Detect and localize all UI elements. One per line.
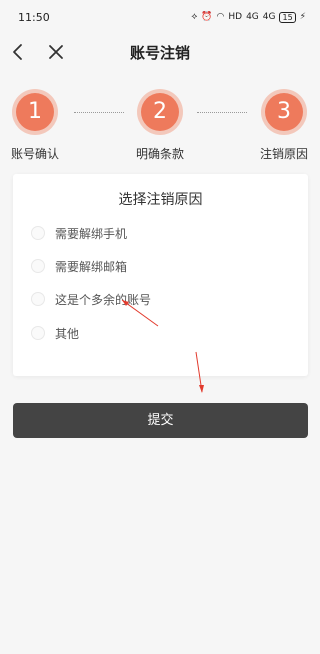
reason-option-unbind-phone[interactable]: 需要解绑手机	[31, 223, 127, 243]
status-icons: ⟡ ⏰ ◠ HD 4G 4G 15 ⚡	[191, 11, 306, 23]
reason-option-label: 需要解绑手机	[55, 226, 128, 241]
reason-card: 选择注销原因 需要解绑手机 需要解绑邮箱 这是个多余的账号 其他	[13, 174, 308, 376]
network-label: HD	[228, 12, 243, 22]
step-2-number: 2	[141, 93, 179, 131]
step-3: 3 注销原因	[244, 88, 320, 162]
vibrate-icon: ⟡	[191, 12, 198, 22]
step-3-number: 3	[265, 93, 303, 131]
reason-option-label: 需要解绑邮箱	[55, 259, 128, 274]
battery-level: 15	[279, 11, 296, 23]
step-3-label: 注销原因	[259, 147, 308, 161]
reason-option-other[interactable]: 其他	[31, 323, 79, 343]
step-2: 2 明确条款	[120, 88, 200, 162]
radio-button[interactable]	[31, 326, 45, 340]
radio-button[interactable]	[31, 226, 45, 240]
page-title: 账号注销	[129, 44, 190, 62]
step-progress: 1 账号确认 2 明确条款 3 注销原因	[0, 88, 320, 168]
signal-1-label: 4G	[246, 12, 259, 22]
reason-option-label: 这是个多余的账号	[55, 292, 152, 307]
step-2-label: 明确条款	[135, 147, 184, 161]
submit-button[interactable]: 提交	[13, 403, 308, 438]
charging-icon: ⚡	[299, 12, 306, 22]
step-1: 1 账号确认	[0, 88, 75, 162]
radio-button[interactable]	[31, 259, 45, 273]
reason-option-label: 其他	[55, 326, 80, 341]
nav-bar: 账号注销	[0, 34, 320, 70]
status-bar: 11:50 ⟡ ⏰ ◠ HD 4G 4G 15 ⚡	[0, 0, 320, 34]
status-time: 11:50	[18, 10, 50, 24]
signal-2-label: 4G	[262, 12, 276, 22]
radio-button[interactable]	[31, 292, 45, 306]
reason-option-extra-account[interactable]: 这是个多余的账号	[31, 289, 151, 309]
wifi-icon: ◠	[216, 12, 225, 22]
alarm-icon: ⏰	[201, 12, 213, 22]
step-connector-1	[74, 112, 124, 113]
step-connector-2	[197, 112, 247, 113]
step-1-label: 账号确认	[10, 147, 59, 161]
step-1-number: 1	[16, 93, 54, 131]
reason-card-title: 选择注销原因	[118, 192, 203, 208]
reason-option-unbind-email[interactable]: 需要解绑邮箱	[31, 256, 127, 276]
